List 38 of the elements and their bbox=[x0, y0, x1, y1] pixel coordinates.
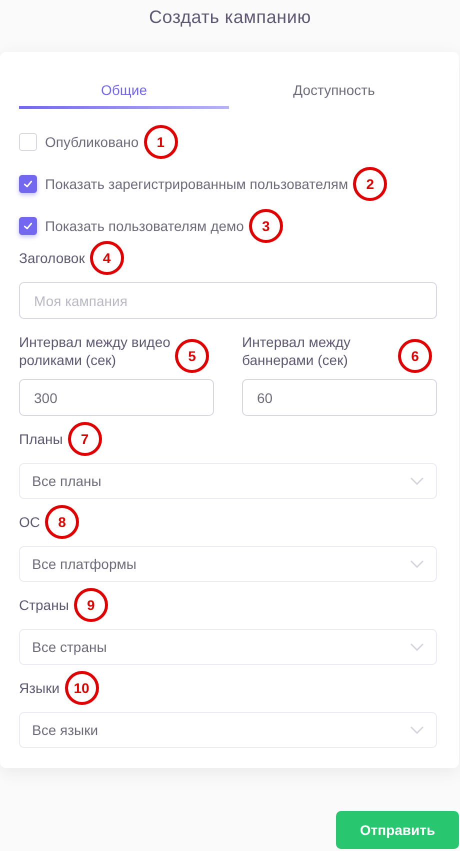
number-marker: 2 bbox=[353, 167, 388, 201]
number-marker: 4 bbox=[90, 241, 124, 275]
field-label: Языки bbox=[19, 680, 60, 696]
chevron-down-icon bbox=[410, 560, 424, 568]
chevron-down-icon bbox=[410, 726, 424, 734]
chevron-down-icon bbox=[410, 477, 424, 485]
checkbox-label: Показать зарегистрированным пользователям bbox=[45, 176, 348, 192]
select-field[interactable]: Все платформы bbox=[19, 546, 437, 582]
dialog-title: Создать кампанию bbox=[148, 6, 312, 29]
select-field[interactable]: Все планы bbox=[19, 463, 437, 499]
select-field[interactable]: Все страны bbox=[19, 629, 437, 665]
interval-field[interactable]: 300 bbox=[19, 379, 214, 416]
checkbox-label: Опубликовано bbox=[45, 134, 139, 150]
number-marker: 1 bbox=[144, 125, 178, 159]
number-marker: 6 bbox=[398, 339, 432, 373]
field-label: Планы bbox=[19, 431, 63, 447]
tab[interactable]: Общие bbox=[19, 76, 229, 109]
number-marker: 9 bbox=[74, 588, 108, 622]
tab[interactable]: Доступность bbox=[229, 76, 439, 109]
interval-field[interactable]: 60 bbox=[242, 379, 437, 416]
chevron-down-icon bbox=[410, 643, 424, 651]
number-marker: 7 bbox=[68, 422, 102, 456]
checkbox[interactable] bbox=[19, 175, 37, 193]
number-marker: 3 bbox=[248, 209, 283, 243]
check-icon bbox=[23, 221, 33, 231]
select-field[interactable]: Все языки bbox=[19, 712, 437, 748]
title-field[interactable]: Моя кампания bbox=[19, 282, 437, 319]
checkbox[interactable] bbox=[19, 217, 37, 235]
field-label: Интервал между баннерами (сек) bbox=[242, 333, 352, 369]
field-label: ОС bbox=[19, 514, 40, 530]
checkbox-label: Показать пользователям демо bbox=[45, 218, 244, 234]
check-icon bbox=[23, 179, 33, 189]
field-label: Заголовок bbox=[19, 250, 85, 266]
number-marker: 8 bbox=[45, 505, 79, 539]
field-label: Интервал между видео роликами (сек) bbox=[19, 333, 172, 369]
field-label: Страны bbox=[19, 597, 69, 613]
number-marker: 5 bbox=[175, 339, 209, 373]
number-marker: 10 bbox=[64, 671, 99, 705]
